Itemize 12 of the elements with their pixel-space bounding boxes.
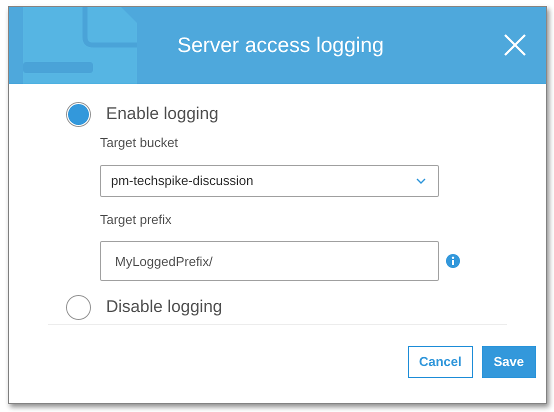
bucket-dropdown[interactable]: pm-techspike-discussion [100,164,439,196]
radio-label: Disable logging [106,296,222,318]
field-label: Target prefix [100,210,173,229]
prefix-input[interactable]: MyLoggedPrefix/ [100,241,439,281]
close-button[interactable] [502,32,528,58]
dialog-title: Server access logging [177,32,384,59]
field-label: Target bucket [100,134,180,152]
info-icon[interactable] [446,254,460,268]
radio-label: Enable logging [106,103,218,126]
radio-button[interactable] [66,102,91,126]
chevron-down-icon [416,178,426,184]
radio-button[interactable] [66,294,91,320]
